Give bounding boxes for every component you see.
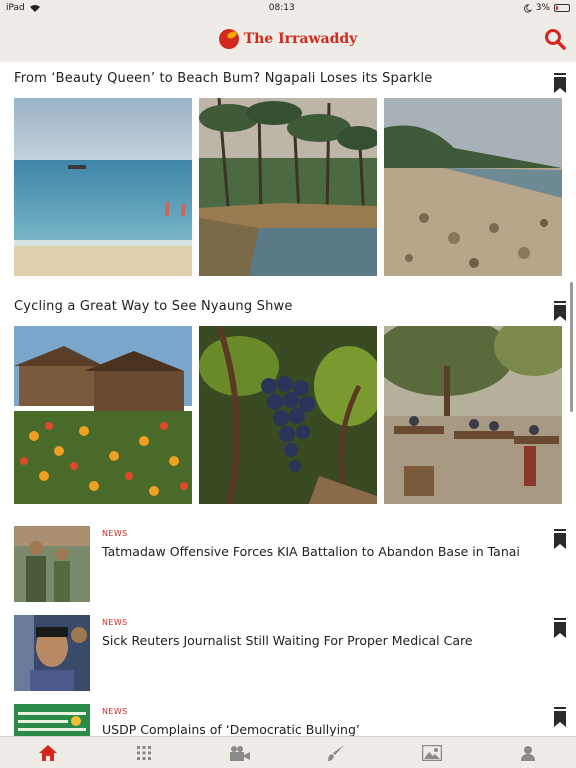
- gallery-photo[interactable]: [199, 326, 377, 504]
- tab-video[interactable]: [220, 739, 260, 767]
- gallery-photo[interactable]: [14, 326, 192, 504]
- brand-name: The Irrawaddy: [243, 31, 358, 47]
- search-icon[interactable]: [544, 28, 566, 50]
- gallery-title[interactable]: Cycling a Great Way to See Nyaung Shwe: [14, 299, 293, 314]
- news-list-item[interactable]: NEWS USDP Complains of ‘Democratic Bully…: [0, 704, 576, 736]
- video-icon: [230, 745, 250, 761]
- device-name: iPad: [6, 3, 25, 13]
- bookmark-icon[interactable]: [554, 707, 566, 727]
- news-title[interactable]: USDP Complains of ‘Democratic Bullying’: [102, 722, 360, 736]
- news-list-item[interactable]: NEWS Tatmadaw Offensive Forces KIA Batta…: [0, 526, 576, 606]
- home-icon: [39, 744, 57, 761]
- tab-profile[interactable]: [508, 739, 548, 767]
- tab-bar: [0, 736, 576, 768]
- gallery-title[interactable]: From ‘Beauty Queen’ to Beach Bum? Ngapal…: [14, 71, 432, 86]
- gallery-photo[interactable]: [199, 98, 377, 276]
- battery-percent: 3%: [535, 3, 550, 13]
- status-time: 08:13: [268, 3, 295, 13]
- tab-opinion[interactable]: [316, 739, 356, 767]
- profile-icon: [521, 745, 535, 761]
- bookmark-icon[interactable]: [554, 618, 566, 638]
- irrawaddy-logo-icon: [218, 29, 239, 49]
- status-bar: iPad 08:13 3%: [0, 0, 576, 16]
- news-thumbnail[interactable]: [14, 615, 90, 691]
- grid-icon: [137, 745, 151, 760]
- news-list-item[interactable]: NEWS Sick Reuters Journalist Still Waiti…: [0, 615, 576, 695]
- news-category: NEWS: [102, 618, 128, 627]
- news-title[interactable]: Tatmadaw Offensive Forces KIA Battalion …: [102, 544, 520, 559]
- news-category: NEWS: [102, 529, 128, 538]
- news-thumbnail[interactable]: [14, 704, 90, 736]
- tab-categories[interactable]: [124, 739, 164, 767]
- bookmark-icon[interactable]: [554, 301, 566, 321]
- news-title[interactable]: Sick Reuters Journalist Still Waiting Fo…: [102, 633, 473, 648]
- moon-icon: [523, 3, 532, 12]
- battery-icon: [553, 4, 570, 12]
- news-category: NEWS: [102, 707, 128, 716]
- tab-photos[interactable]: [412, 739, 452, 767]
- gallery-photo[interactable]: [14, 98, 192, 276]
- scrollbar[interactable]: [570, 282, 573, 412]
- news-thumbnail[interactable]: [14, 526, 90, 602]
- brand-logo-link[interactable]: The Irrawaddy: [218, 29, 358, 49]
- gallery-photo[interactable]: [384, 98, 562, 276]
- wifi-icon: [29, 4, 40, 12]
- app-header: The Irrawaddy: [0, 16, 576, 62]
- gallery-photo[interactable]: [384, 326, 562, 504]
- brush-icon: [328, 744, 344, 761]
- article-feed[interactable]: From ‘Beauty Queen’ to Beach Bum? Ngapal…: [0, 62, 576, 736]
- tab-home[interactable]: [28, 739, 68, 767]
- bookmark-icon[interactable]: [554, 73, 566, 93]
- photo-icon: [422, 744, 442, 761]
- bookmark-icon[interactable]: [554, 529, 566, 549]
